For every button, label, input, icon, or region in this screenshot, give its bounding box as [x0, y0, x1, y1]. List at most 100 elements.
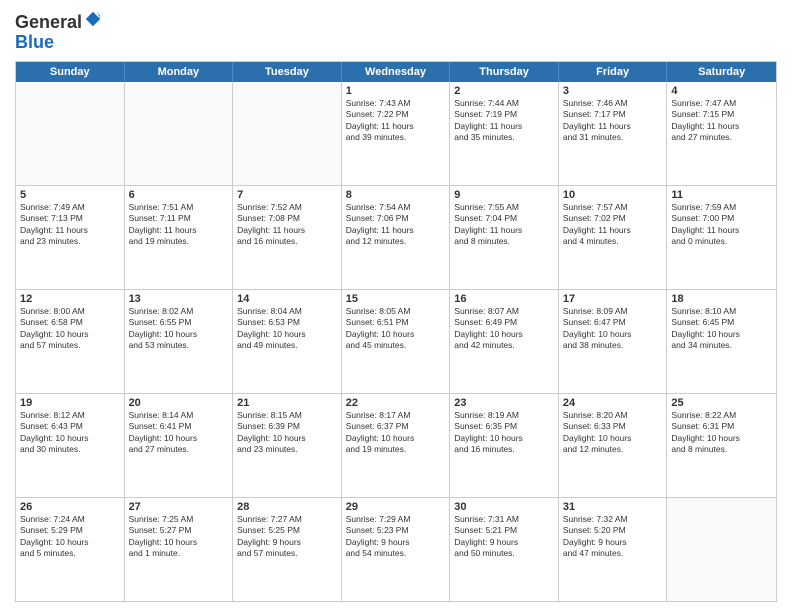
cell-info: Sunrise: 7:55 AM Sunset: 7:04 PM Dayligh… [454, 202, 554, 248]
calendar-cell: 3Sunrise: 7:46 AM Sunset: 7:17 PM Daylig… [559, 82, 668, 185]
cell-info: Sunrise: 8:09 AM Sunset: 6:47 PM Dayligh… [563, 306, 663, 352]
day-number: 13 [129, 293, 229, 305]
calendar-header: SundayMondayTuesdayWednesdayThursdayFrid… [16, 62, 776, 82]
cell-info: Sunrise: 8:19 AM Sunset: 6:35 PM Dayligh… [454, 410, 554, 456]
calendar-cell: 15Sunrise: 8:05 AM Sunset: 6:51 PM Dayli… [342, 290, 451, 393]
cell-info: Sunrise: 8:07 AM Sunset: 6:49 PM Dayligh… [454, 306, 554, 352]
header-day-tuesday: Tuesday [233, 62, 342, 82]
cell-info: Sunrise: 7:44 AM Sunset: 7:19 PM Dayligh… [454, 98, 554, 144]
day-number: 24 [563, 397, 663, 409]
day-number: 26 [20, 501, 120, 513]
calendar-cell [125, 82, 234, 185]
cell-info: Sunrise: 7:57 AM Sunset: 7:02 PM Dayligh… [563, 202, 663, 248]
calendar: SundayMondayTuesdayWednesdayThursdayFrid… [15, 61, 777, 602]
day-number: 8 [346, 189, 446, 201]
cell-info: Sunrise: 8:02 AM Sunset: 6:55 PM Dayligh… [129, 306, 229, 352]
day-number: 14 [237, 293, 337, 305]
cell-info: Sunrise: 7:59 AM Sunset: 7:00 PM Dayligh… [671, 202, 772, 248]
header-day-friday: Friday [559, 62, 668, 82]
header-day-monday: Monday [125, 62, 234, 82]
calendar-row-2: 12Sunrise: 8:00 AM Sunset: 6:58 PM Dayli… [16, 289, 776, 393]
cell-info: Sunrise: 7:47 AM Sunset: 7:15 PM Dayligh… [671, 98, 772, 144]
calendar-cell [16, 82, 125, 185]
logo: General Blue [15, 10, 102, 53]
calendar-cell: 20Sunrise: 8:14 AM Sunset: 6:41 PM Dayli… [125, 394, 234, 497]
calendar-cell: 24Sunrise: 8:20 AM Sunset: 6:33 PM Dayli… [559, 394, 668, 497]
day-number: 23 [454, 397, 554, 409]
calendar-cell: 5Sunrise: 7:49 AM Sunset: 7:13 PM Daylig… [16, 186, 125, 289]
logo-general: General [15, 12, 82, 32]
calendar-cell: 4Sunrise: 7:47 AM Sunset: 7:15 PM Daylig… [667, 82, 776, 185]
calendar-cell: 9Sunrise: 7:55 AM Sunset: 7:04 PM Daylig… [450, 186, 559, 289]
calendar-row-3: 19Sunrise: 8:12 AM Sunset: 6:43 PM Dayli… [16, 393, 776, 497]
calendar-cell: 1Sunrise: 7:43 AM Sunset: 7:22 PM Daylig… [342, 82, 451, 185]
calendar-cell: 19Sunrise: 8:12 AM Sunset: 6:43 PM Dayli… [16, 394, 125, 497]
calendar-cell: 27Sunrise: 7:25 AM Sunset: 5:27 PM Dayli… [125, 498, 234, 601]
calendar-cell [233, 82, 342, 185]
cell-info: Sunrise: 8:22 AM Sunset: 6:31 PM Dayligh… [671, 410, 772, 456]
calendar-cell: 13Sunrise: 8:02 AM Sunset: 6:55 PM Dayli… [125, 290, 234, 393]
calendar-cell: 11Sunrise: 7:59 AM Sunset: 7:00 PM Dayli… [667, 186, 776, 289]
day-number: 31 [563, 501, 663, 513]
day-number: 19 [20, 397, 120, 409]
cell-info: Sunrise: 8:17 AM Sunset: 6:37 PM Dayligh… [346, 410, 446, 456]
day-number: 6 [129, 189, 229, 201]
day-number: 4 [671, 85, 772, 97]
header-day-thursday: Thursday [450, 62, 559, 82]
header-day-saturday: Saturday [667, 62, 776, 82]
cell-info: Sunrise: 8:20 AM Sunset: 6:33 PM Dayligh… [563, 410, 663, 456]
calendar-cell: 21Sunrise: 8:15 AM Sunset: 6:39 PM Dayli… [233, 394, 342, 497]
day-number: 30 [454, 501, 554, 513]
cell-info: Sunrise: 8:10 AM Sunset: 6:45 PM Dayligh… [671, 306, 772, 352]
cell-info: Sunrise: 7:29 AM Sunset: 5:23 PM Dayligh… [346, 514, 446, 560]
logo-text: General Blue [15, 10, 102, 53]
day-number: 27 [129, 501, 229, 513]
calendar-cell [667, 498, 776, 601]
day-number: 22 [346, 397, 446, 409]
day-number: 11 [671, 189, 772, 201]
cell-info: Sunrise: 8:04 AM Sunset: 6:53 PM Dayligh… [237, 306, 337, 352]
day-number: 16 [454, 293, 554, 305]
calendar-cell: 16Sunrise: 8:07 AM Sunset: 6:49 PM Dayli… [450, 290, 559, 393]
day-number: 12 [20, 293, 120, 305]
calendar-cell: 22Sunrise: 8:17 AM Sunset: 6:37 PM Dayli… [342, 394, 451, 497]
cell-info: Sunrise: 7:25 AM Sunset: 5:27 PM Dayligh… [129, 514, 229, 560]
calendar-cell: 30Sunrise: 7:31 AM Sunset: 5:21 PM Dayli… [450, 498, 559, 601]
day-number: 7 [237, 189, 337, 201]
calendar-cell: 14Sunrise: 8:04 AM Sunset: 6:53 PM Dayli… [233, 290, 342, 393]
cell-info: Sunrise: 7:51 AM Sunset: 7:11 PM Dayligh… [129, 202, 229, 248]
day-number: 3 [563, 85, 663, 97]
calendar-cell: 23Sunrise: 8:19 AM Sunset: 6:35 PM Dayli… [450, 394, 559, 497]
calendar-cell: 10Sunrise: 7:57 AM Sunset: 7:02 PM Dayli… [559, 186, 668, 289]
cell-info: Sunrise: 7:52 AM Sunset: 7:08 PM Dayligh… [237, 202, 337, 248]
calendar-row-4: 26Sunrise: 7:24 AM Sunset: 5:29 PM Dayli… [16, 497, 776, 601]
calendar-cell: 8Sunrise: 7:54 AM Sunset: 7:06 PM Daylig… [342, 186, 451, 289]
day-number: 5 [20, 189, 120, 201]
calendar-cell: 17Sunrise: 8:09 AM Sunset: 6:47 PM Dayli… [559, 290, 668, 393]
day-number: 21 [237, 397, 337, 409]
day-number: 20 [129, 397, 229, 409]
day-number: 17 [563, 293, 663, 305]
header: General Blue [15, 10, 777, 53]
calendar-cell: 6Sunrise: 7:51 AM Sunset: 7:11 PM Daylig… [125, 186, 234, 289]
calendar-cell: 7Sunrise: 7:52 AM Sunset: 7:08 PM Daylig… [233, 186, 342, 289]
calendar-row-0: 1Sunrise: 7:43 AM Sunset: 7:22 PM Daylig… [16, 82, 776, 185]
cell-info: Sunrise: 7:46 AM Sunset: 7:17 PM Dayligh… [563, 98, 663, 144]
calendar-row-1: 5Sunrise: 7:49 AM Sunset: 7:13 PM Daylig… [16, 185, 776, 289]
page: General Blue SundayMondayTuesdayWednesda… [0, 0, 792, 612]
cell-info: Sunrise: 7:31 AM Sunset: 5:21 PM Dayligh… [454, 514, 554, 560]
cell-info: Sunrise: 7:49 AM Sunset: 7:13 PM Dayligh… [20, 202, 120, 248]
day-number: 1 [346, 85, 446, 97]
cell-info: Sunrise: 8:05 AM Sunset: 6:51 PM Dayligh… [346, 306, 446, 352]
header-day-sunday: Sunday [16, 62, 125, 82]
day-number: 2 [454, 85, 554, 97]
header-day-wednesday: Wednesday [342, 62, 451, 82]
cell-info: Sunrise: 7:43 AM Sunset: 7:22 PM Dayligh… [346, 98, 446, 144]
calendar-cell: 2Sunrise: 7:44 AM Sunset: 7:19 PM Daylig… [450, 82, 559, 185]
logo-icon [84, 10, 102, 28]
day-number: 25 [671, 397, 772, 409]
calendar-cell: 26Sunrise: 7:24 AM Sunset: 5:29 PM Dayli… [16, 498, 125, 601]
cell-info: Sunrise: 7:24 AM Sunset: 5:29 PM Dayligh… [20, 514, 120, 560]
calendar-cell: 29Sunrise: 7:29 AM Sunset: 5:23 PM Dayli… [342, 498, 451, 601]
day-number: 15 [346, 293, 446, 305]
